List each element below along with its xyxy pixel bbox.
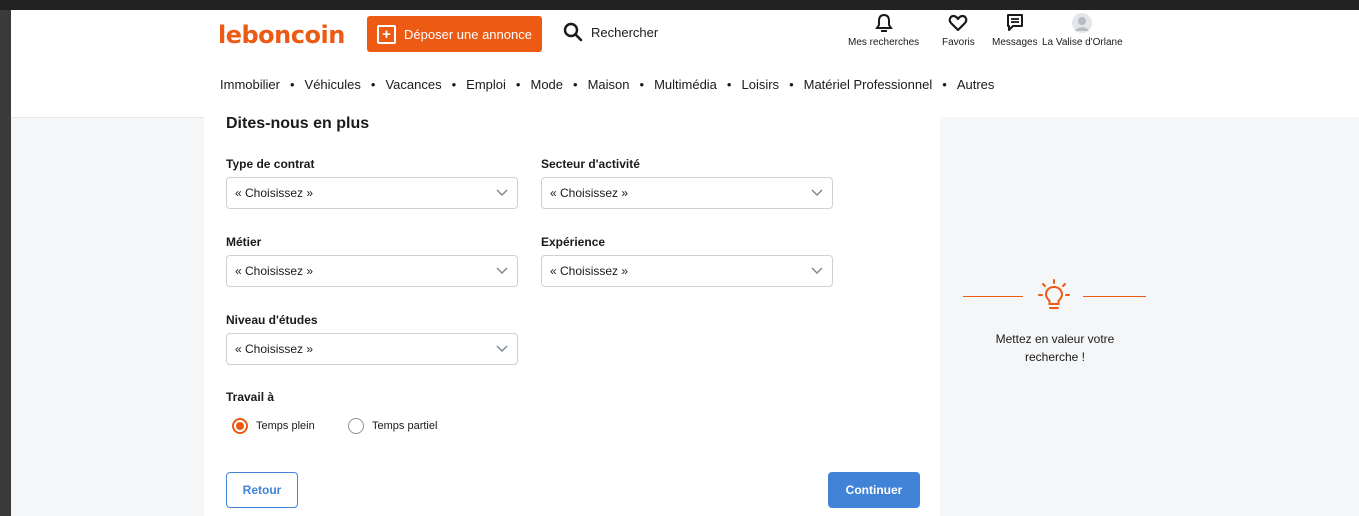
lightbulb-icon [1038,279,1070,309]
tip-divider-left [963,296,1023,297]
back-button[interactable]: Retour [226,472,298,508]
metier-select[interactable]: « Choisissez » [226,255,518,287]
category-separator: • [573,77,578,92]
window-top-bar [0,0,1359,10]
nav-account[interactable]: La Valise d'Orlane [1042,13,1123,48]
heart-icon [949,14,968,32]
travail-label: Travail à [226,390,275,404]
nav-mes-recherches[interactable]: Mes recherches [848,13,919,48]
category-mode[interactable]: Mode [530,77,563,92]
category-immobilier[interactable]: Immobilier [220,77,280,92]
select-value: « Choisissez » [235,342,314,356]
category-separator: • [370,77,376,92]
category-separator: • [451,77,457,92]
continue-button[interactable]: Continuer [828,472,920,508]
radio-temps-plein[interactable]: Temps plein [232,418,315,434]
site-header [11,10,1359,118]
select-value: « Choisissez » [235,186,314,200]
category-multimedia[interactable]: Multimédia [654,77,717,92]
avatar-icon [1072,13,1093,33]
chevron-down-icon [811,189,823,196]
category-autres[interactable]: Autres [957,77,995,92]
tip-divider-right [1083,296,1146,297]
niveau-etudes-label: Niveau d'études [226,313,318,327]
bell-icon [874,13,893,32]
category-emploi[interactable]: Emploi [466,77,506,92]
radio-checked-icon[interactable] [232,418,248,434]
category-separator: • [515,77,521,92]
message-icon [1006,14,1023,31]
category-separator: • [289,77,295,92]
window-left-edge [0,10,11,516]
nav-messages[interactable]: Messages [992,13,1038,48]
nav-label: Favoris [942,37,975,48]
chevron-down-icon [496,189,508,196]
type-contrat-select[interactable]: « Choisissez » [226,177,518,209]
category-maison[interactable]: Maison [588,77,630,92]
category-separator: • [942,77,947,92]
category-separator: • [789,77,794,92]
type-contrat-label: Type de contrat [226,157,315,171]
select-value: « Choisissez » [550,186,629,200]
search-button[interactable]: Rechercher [563,22,658,42]
secteur-select[interactable]: « Choisissez » [541,177,833,209]
radio-label: Temps partiel [372,420,438,432]
category-vacances[interactable]: Vacances [385,77,441,92]
experience-select[interactable]: « Choisissez » [541,255,833,287]
leboncoin-logo[interactable]: leboncoin [218,21,345,49]
tip-text-line2: recherche ! [1024,350,1086,364]
deposit-ad-label: Déposer une annonce [404,26,532,42]
experience-label: Expérience [541,235,606,249]
radio-label: Temps plein [256,420,315,432]
plus-icon: + [377,24,397,44]
category-loisirs[interactable]: Loisirs [741,77,779,92]
nav-label: Messages [992,37,1038,48]
nav-label: La Valise d'Orlane [1042,37,1123,48]
select-value: « Choisissez » [550,264,629,278]
category-vehicules[interactable]: Véhicules [305,77,361,92]
form-title: Dites-nous en plus [226,115,370,132]
category-materiel-professionnel[interactable]: Matériel Professionnel [804,77,933,92]
deposit-ad-button[interactable]: + Déposer une annonce [367,16,542,52]
nav-favoris[interactable]: Favoris [942,13,975,48]
secteur-label: Secteur d'activité [541,157,640,171]
chevron-down-icon [811,267,823,274]
tip-panel [940,117,1359,516]
niveau-etudes-select[interactable]: « Choisissez » [226,333,518,365]
select-value: « Choisissez » [235,264,314,278]
category-separator: • [639,77,645,92]
category-bar: Immobilier • Véhicules • Vacances • Empl… [220,77,994,92]
chevron-down-icon [496,345,508,352]
search-icon [563,22,583,42]
tip-text: Mettez en valeur votre recherche ! [970,330,1140,366]
search-label: Rechercher [591,24,659,40]
nav-label: Mes recherches [848,37,920,48]
tip-text-line1: Mettez en valeur votre [995,332,1115,346]
metier-label: Métier [226,235,262,249]
radio-unchecked-icon[interactable] [348,418,364,434]
chevron-down-icon [496,267,508,274]
category-separator: • [726,77,732,92]
radio-temps-partiel[interactable]: Temps partiel [348,418,437,434]
